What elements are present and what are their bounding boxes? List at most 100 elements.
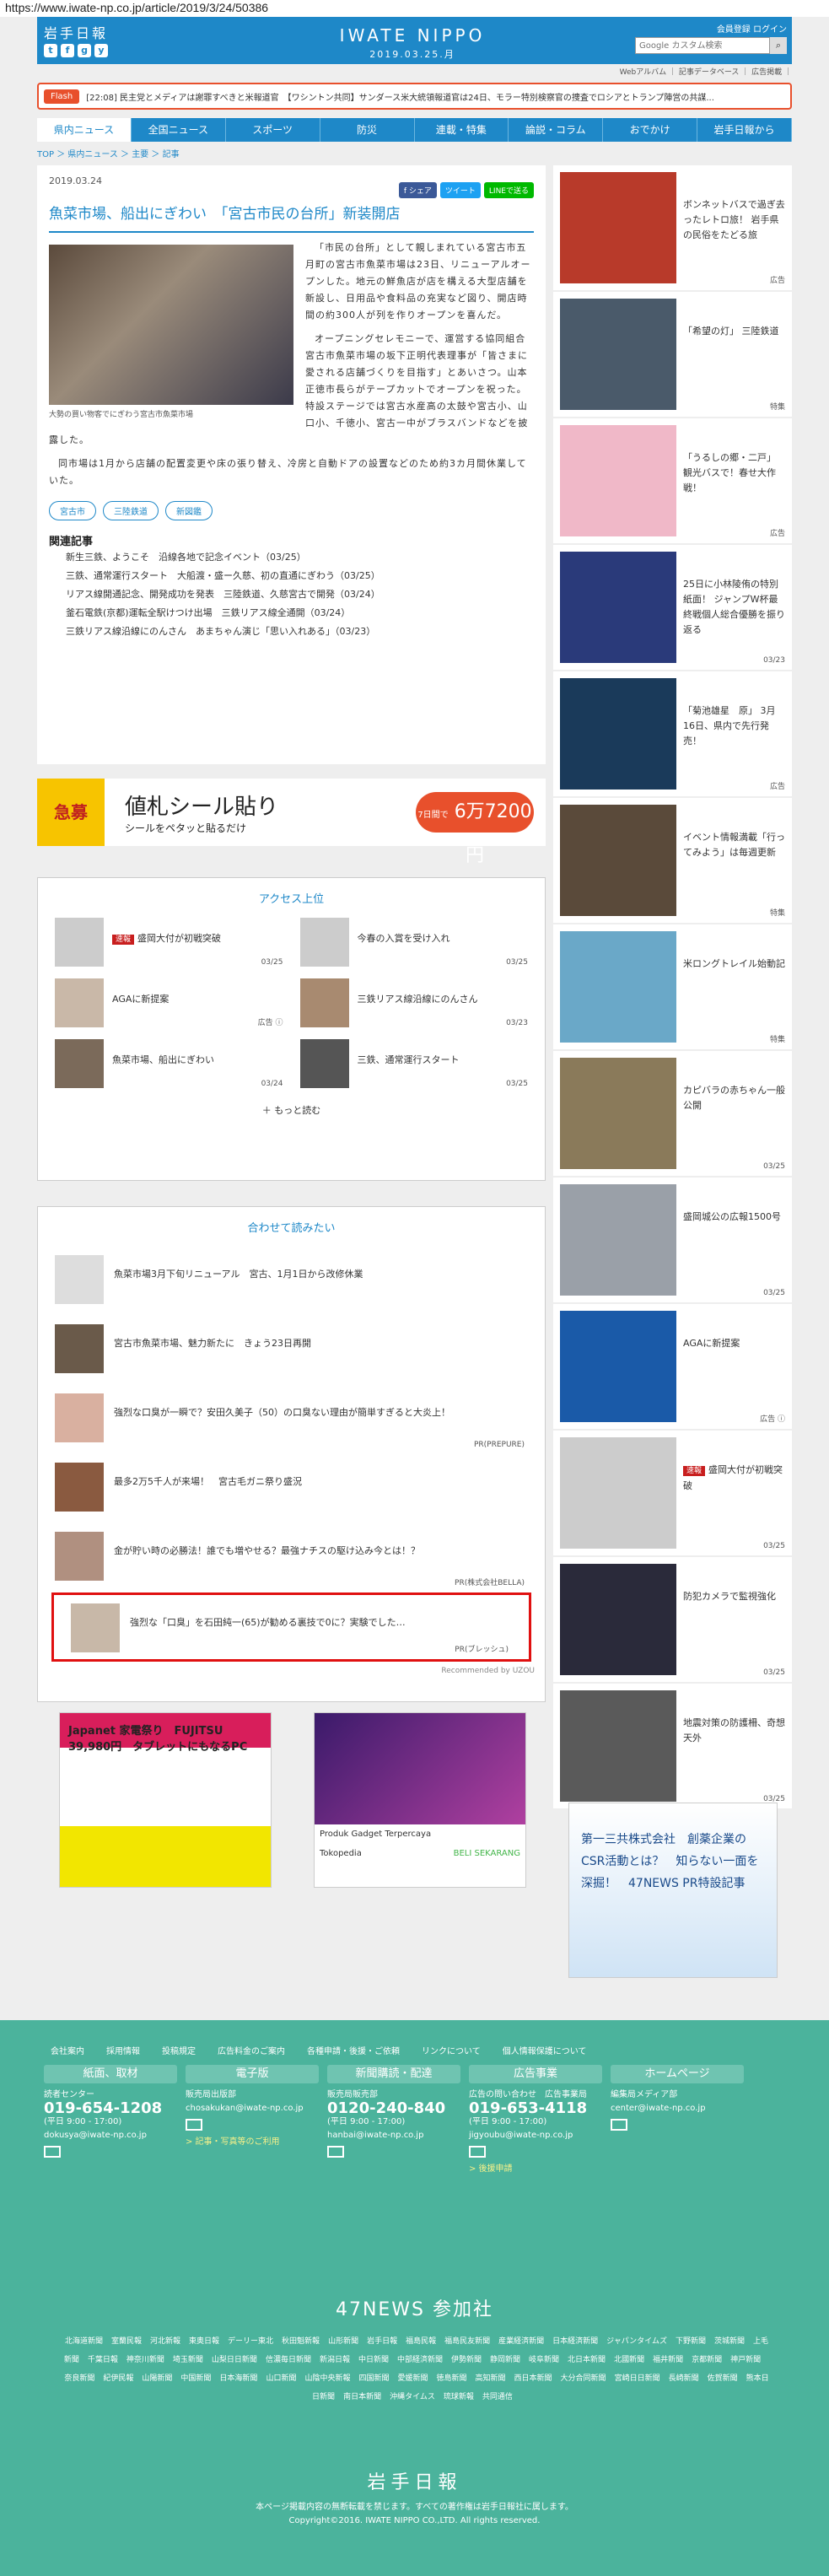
rank-item[interactable]: 魚菜市場、船出にぎわい 03/24 bbox=[55, 1039, 283, 1088]
email-link[interactable]: dokusya@iwate-np.co.jp bbox=[44, 2129, 177, 2142]
paper-link[interactable]: 共同通信 bbox=[482, 2393, 513, 2401]
tokopedia-cta[interactable]: BELI SEKARANG bbox=[454, 1849, 520, 1858]
recommend-item[interactable]: 強烈な口臭が一瞬で？安田久美子（50）の口臭ない理由が簡単すぎると大炎上！ PR(… bbox=[38, 1385, 545, 1454]
japanet-ad[interactable]: Japanet 家電祭り FUJITSU 39,980円 タブレットにもなるPC bbox=[59, 1712, 272, 1888]
phone-number[interactable]: 0120-240-840 bbox=[327, 2101, 460, 2116]
email-link[interactable]: center@iwate-np.co.jp bbox=[611, 2102, 744, 2115]
related-item[interactable]: 釜石電鉄(京都)運転全駅けつけ出場 三鉄リアス線全通開（03/24） bbox=[49, 604, 534, 622]
sidebar-item[interactable]: 盛岡城公の広報1500号 03/25 bbox=[553, 1178, 792, 1302]
tweet-button[interactable]: ツイート bbox=[439, 182, 481, 198]
related-item[interactable]: 新生三鉄、ようこそ 沿線各地で記念イベント（03/25） bbox=[49, 548, 534, 567]
rank-item[interactable]: 速報 盛岡大付が初戦突破 03/25 bbox=[55, 918, 283, 967]
paper-link[interactable]: 山口新聞 bbox=[266, 2374, 296, 2383]
paper-link[interactable]: 福井新聞 bbox=[653, 2356, 683, 2364]
paper-link[interactable]: 山梨日日新聞 bbox=[212, 2356, 257, 2364]
sidebar-item[interactable]: 「希望の灯」 三陸鉄道 特集 bbox=[553, 292, 792, 417]
footer-link[interactable]: 個人情報保護について bbox=[503, 2044, 587, 2056]
paper-link[interactable]: 長崎新聞 bbox=[669, 2374, 699, 2383]
paper-link[interactable]: 下野新聞 bbox=[676, 2337, 706, 2346]
sidebar-item[interactable]: イベント情報満載「行ってみよう」は毎週更新 特集 bbox=[553, 798, 792, 923]
recommend-item[interactable]: 最多2万5千人が来場！ 宮古毛ガニ祭り盛況 bbox=[38, 1454, 545, 1523]
phone-number[interactable]: 019-653-4118 bbox=[469, 2101, 602, 2116]
paper-link[interactable]: ジャパンタイムズ bbox=[606, 2337, 667, 2346]
footer-link[interactable]: 採用情報 bbox=[106, 2044, 140, 2056]
rank-item[interactable]: AGAに新提案 広告 ⓘ bbox=[55, 978, 283, 1027]
paper-link[interactable]: 伊勢新聞 bbox=[451, 2356, 482, 2364]
envelope-icon[interactable] bbox=[469, 2146, 486, 2158]
paper-link[interactable]: 岩手日報 bbox=[367, 2337, 397, 2346]
paper-link[interactable]: 中国新聞 bbox=[180, 2374, 211, 2383]
paper-link[interactable]: 宮崎日日新聞 bbox=[615, 2374, 660, 2383]
paper-link[interactable]: 千葉日報 bbox=[88, 2356, 118, 2364]
sidebar-item[interactable]: カピバラの赤ちゃん一般公開 03/25 bbox=[553, 1051, 792, 1176]
market-photo[interactable] bbox=[49, 245, 293, 405]
recommend-item[interactable]: 金が貯い時の必勝法！誰でも増やせる？最強ナチスの駆け込み今とは！？ PR(株式会社… bbox=[38, 1523, 545, 1592]
recommend-item-highlighted[interactable]: 強烈な「口臭」を石田純一(65)が勧める裏技で0に？実験でした… PR(ブレッシュ… bbox=[51, 1592, 531, 1662]
paper-link[interactable]: 埼玉新聞 bbox=[173, 2356, 203, 2364]
paper-link[interactable]: 中日新聞 bbox=[358, 2356, 389, 2364]
envelope-icon[interactable] bbox=[611, 2119, 627, 2131]
flash-text[interactable]: [22:08] 民主党とメディアは謝罪すべきと米報道官 【ワシントン共同】サンダ… bbox=[86, 90, 714, 103]
paper-link[interactable]: 山形新聞 bbox=[328, 2337, 358, 2346]
nav-features[interactable]: 連載・特集 bbox=[415, 118, 509, 142]
paper-link[interactable]: 佐賀新聞 bbox=[708, 2374, 738, 2383]
nav-sports[interactable]: スポーツ bbox=[226, 118, 320, 142]
nav-from-nippo[interactable]: 岩手日報から bbox=[697, 118, 792, 142]
recommend-item[interactable]: 魚菜市場3月下旬リニューアル 宮古、1月1日から改修休業 bbox=[38, 1247, 545, 1316]
paper-link[interactable]: 室蘭民報 bbox=[111, 2337, 142, 2346]
paper-link[interactable]: 茨城新聞 bbox=[714, 2337, 745, 2346]
footer-link[interactable]: 投稿規定 bbox=[162, 2044, 196, 2056]
facebook-share-button[interactable]: f シェア bbox=[398, 182, 437, 198]
facebook-icon[interactable]: f bbox=[61, 44, 74, 57]
envelope-icon[interactable] bbox=[186, 2119, 202, 2131]
footer-link[interactable]: リンクについて bbox=[422, 2044, 481, 2056]
paper-link[interactable]: 愛媛新聞 bbox=[397, 2374, 428, 2383]
paper-link[interactable]: 日本経済新聞 bbox=[552, 2337, 598, 2346]
paper-link[interactable]: 福島民報 bbox=[406, 2337, 436, 2346]
login-links[interactable]: 会員登録 ログイン bbox=[717, 22, 787, 35]
sidebar-item[interactable]: 速報 盛岡大付が初戦突破 03/25 bbox=[553, 1431, 792, 1555]
search-input[interactable] bbox=[635, 37, 770, 54]
uzou-credit[interactable]: Recommended by UZOU bbox=[38, 1662, 545, 1680]
related-item[interactable]: 三鉄、通常運行スタート 大船渡・盛ー久慈、初の直通にぎわう（03/25） bbox=[49, 567, 534, 585]
tag-link[interactable]: 三陸鉄道 bbox=[103, 501, 159, 520]
envelope-icon[interactable] bbox=[327, 2146, 344, 2158]
envelope-icon[interactable] bbox=[44, 2146, 61, 2158]
breadcrumb[interactable]: TOP ＞ 県内ニュース ＞ 主要 ＞ 記事 bbox=[37, 147, 180, 159]
email-link[interactable]: chosakukan@iwate-np.co.jp bbox=[186, 2102, 319, 2115]
paper-link[interactable]: 琉球新報 bbox=[444, 2393, 474, 2401]
related-item[interactable]: 三鉄リアス線沿線にのんさん あまちゃん演じ「思い入れある」（03/23） bbox=[49, 622, 534, 641]
daiichi-sankyo-ad[interactable]: 第一三共株式会社 創薬企業のCSR活動とは？ 知らない一面を深掘！ 47NEWS… bbox=[568, 1803, 778, 1978]
sidebar-item[interactable]: 防犯カメラで監視強化 03/25 bbox=[553, 1557, 792, 1682]
paper-link[interactable]: 秋田魁新報 bbox=[282, 2337, 320, 2346]
related-item[interactable]: リアス線開通記念、開発成功を発表 三陸鉄道、久慈宮古で開発（03/24） bbox=[49, 585, 534, 604]
paper-link[interactable]: 四国新聞 bbox=[358, 2374, 389, 2383]
paper-link[interactable]: 南日本新聞 bbox=[343, 2393, 381, 2401]
paper-link[interactable]: 神戸新聞 bbox=[730, 2356, 761, 2364]
sub-links[interactable]: Webアルバム ｜ 記事データベース ｜ 広告掲載 ｜ bbox=[620, 66, 792, 77]
paper-link[interactable]: 奈良新聞 bbox=[64, 2374, 94, 2383]
nav-disaster[interactable]: 防災 bbox=[320, 118, 415, 142]
job-ad-banner[interactable]: 急募 値札シール貼り シールをペタッと貼るだけ 7日間で 6万7200円 bbox=[37, 779, 546, 866]
nav-outings[interactable]: おでかけ bbox=[603, 118, 698, 142]
nav-local-news[interactable]: 県内ニュース bbox=[37, 118, 132, 142]
rank-item[interactable]: 三鉄、通常運行スタート 03/25 bbox=[299, 1039, 528, 1088]
more-button[interactable]: ＋ もっと読む bbox=[38, 1088, 545, 1132]
line-share-button[interactable]: LINEで送る bbox=[483, 182, 534, 198]
email-link[interactable]: hanbai@iwate-np.co.jp bbox=[327, 2129, 460, 2142]
paper-link[interactable]: 紀伊民報 bbox=[103, 2374, 133, 2383]
search-icon[interactable]: ⌕ bbox=[770, 37, 787, 54]
usage-link[interactable]: > 記事・写真等のご利用 bbox=[186, 2136, 319, 2149]
paper-link[interactable]: 神奈川新聞 bbox=[127, 2356, 164, 2364]
paper-link[interactable]: 信濃毎日新聞 bbox=[266, 2356, 311, 2364]
paper-link[interactable]: 徳島新聞 bbox=[437, 2374, 467, 2383]
paper-link[interactable]: 北海道新聞 bbox=[65, 2337, 103, 2346]
paper-link[interactable]: 新潟日報 bbox=[320, 2356, 350, 2364]
paper-link[interactable]: 福島民友新聞 bbox=[444, 2337, 490, 2346]
sidebar-item[interactable]: AGAに新提案 広告 ⓘ bbox=[553, 1304, 792, 1429]
sidebar-item[interactable]: 「うるしの郷・二戸」 観光バスで！春せ大作戦！ 広告 bbox=[553, 418, 792, 543]
paper-link[interactable]: 日本海新聞 bbox=[219, 2374, 257, 2383]
twitter-icon[interactable]: t bbox=[44, 44, 57, 57]
google-plus-icon[interactable]: g bbox=[78, 44, 91, 57]
logo-en[interactable]: IWATE NIPPO bbox=[328, 25, 497, 46]
